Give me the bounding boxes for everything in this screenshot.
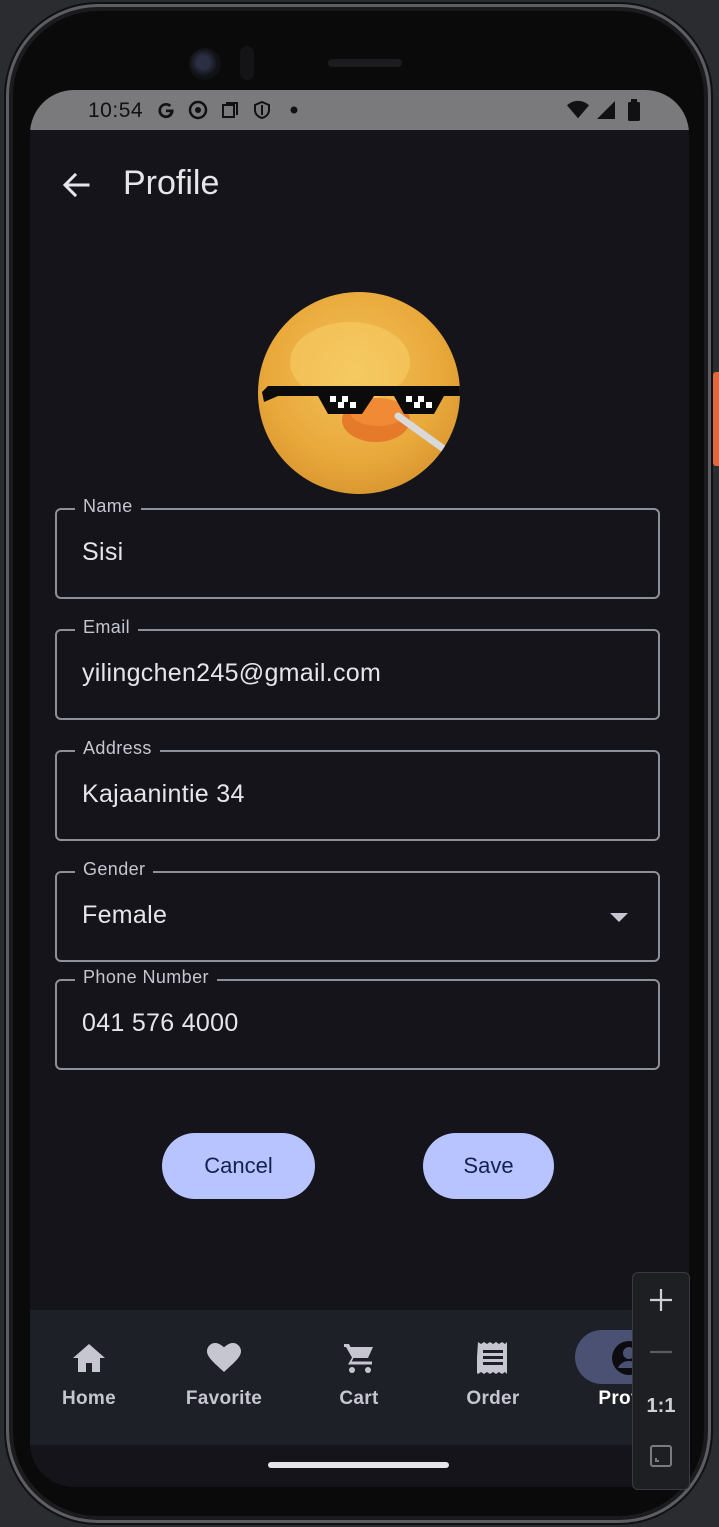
nav-item-order[interactable]: Order [433, 1310, 553, 1445]
receipt-icon [475, 1340, 511, 1376]
cancel-button[interactable]: Cancel [162, 1133, 315, 1199]
status-left-icons [155, 99, 305, 121]
battery-icon [623, 99, 645, 121]
zoom-reset-button[interactable]: 1:1 [633, 1381, 689, 1431]
dropdown-arrow-icon[interactable] [610, 913, 628, 922]
bottom-navigation-bar: Home Favorite Cart Order Profile [30, 1310, 689, 1445]
nav-item-favorite[interactable]: Favorite [164, 1310, 284, 1445]
fit-screen-button[interactable] [633, 1433, 689, 1483]
app-screen: 10:54 Profile Name Sisi Email yilingchen… [30, 90, 689, 1487]
arrow-back-icon [61, 170, 91, 205]
nav-label-home: Home [62, 1388, 116, 1409]
fit-screen-icon [648, 1443, 674, 1474]
email-label: Email [75, 617, 139, 638]
name-field[interactable]: Name Sisi [55, 496, 660, 599]
address-field[interactable]: Address Kajaanintie 34 [55, 738, 660, 841]
page-title: Profile [123, 164, 220, 202]
heart-icon [206, 1340, 242, 1376]
zoom-in-button[interactable] [633, 1277, 689, 1327]
zoom-out-button[interactable] [633, 1329, 689, 1379]
wifi-icon [567, 99, 589, 121]
gender-dropdown[interactable]: Gender Female [55, 859, 660, 962]
plus-icon [648, 1287, 674, 1318]
phone-number-field[interactable]: Phone Number 041 576 4000 [55, 967, 660, 1070]
avatar-image [262, 322, 460, 456]
notification-dot-icon [283, 99, 305, 121]
status-time: 10:54 [88, 99, 144, 122]
home-icon [71, 1340, 107, 1376]
phone-number-label: Phone Number [75, 967, 217, 988]
email-input[interactable]: yilingchen245@gmail.com [82, 659, 381, 688]
earpiece-speaker [328, 59, 402, 67]
back-button[interactable] [52, 163, 100, 211]
nav-label-favorite: Favorite [185, 1388, 263, 1409]
save-button[interactable]: Save [423, 1133, 554, 1199]
minus-icon [648, 1339, 674, 1370]
status-right-icons [567, 99, 645, 121]
front-camera [189, 48, 221, 80]
address-input[interactable]: Kajaanintie 34 [82, 780, 245, 809]
proximity-sensor [240, 46, 254, 80]
nav-label-order: Order [466, 1388, 520, 1409]
nav-item-home[interactable]: Home [30, 1310, 149, 1445]
nav-label-cart: Cart [339, 1388, 379, 1409]
signal-icon [595, 99, 617, 121]
email-field[interactable]: Email yilingchen245@gmail.com [55, 617, 660, 720]
top-app-bar: Profile [30, 130, 689, 238]
gender-selected-value: Female [82, 901, 168, 929]
name-input[interactable]: Sisi [82, 538, 123, 567]
profile-avatar[interactable] [258, 292, 460, 494]
google-icon [155, 99, 177, 121]
chrome-icon [187, 99, 209, 121]
cart-icon [341, 1340, 377, 1376]
phone-number-input[interactable]: 041 576 4000 [82, 1009, 239, 1038]
address-label: Address [75, 738, 160, 759]
name-label: Name [75, 496, 141, 517]
emulator-zoom-controls: 1:1 [632, 1272, 690, 1490]
emulator-side-tab[interactable] [713, 372, 719, 466]
nav-item-cart[interactable]: Cart [299, 1310, 419, 1445]
gender-label: Gender [75, 859, 154, 880]
shield-icon [251, 99, 273, 121]
home-indicator-bar[interactable] [268, 1462, 449, 1468]
screenshot-icon [219, 99, 241, 121]
status-bar: 10:54 [30, 90, 689, 130]
